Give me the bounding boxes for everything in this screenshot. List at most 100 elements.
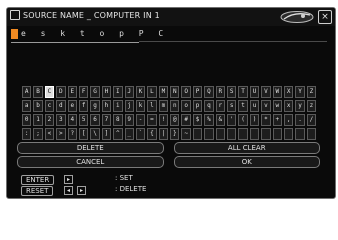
key-button[interactable]: ( bbox=[238, 114, 248, 126]
key-button[interactable]: f bbox=[78, 100, 89, 112]
key-button[interactable]: r bbox=[215, 100, 226, 112]
key-button[interactable]: n bbox=[170, 100, 180, 112]
key-button[interactable]: x bbox=[283, 100, 294, 112]
key-button[interactable]: = bbox=[147, 114, 157, 126]
key-button[interactable]: 7 bbox=[101, 114, 112, 126]
key-button[interactable]: s bbox=[227, 100, 237, 112]
ok-button[interactable]: OK bbox=[173, 156, 320, 168]
key-button[interactable]: M bbox=[158, 86, 169, 98]
key-button[interactable]: ! bbox=[158, 114, 169, 126]
key-button[interactable]: U bbox=[249, 86, 260, 98]
name-input-field[interactable]: e s k t o p P C bbox=[11, 29, 163, 43]
key-button[interactable]: R bbox=[215, 86, 226, 98]
key-button[interactable]: C bbox=[44, 86, 55, 98]
key-button[interactable]: z bbox=[306, 100, 317, 112]
key-button[interactable]: S bbox=[227, 86, 237, 98]
key-button[interactable]: . bbox=[295, 114, 305, 126]
key-button[interactable]: \ bbox=[90, 128, 100, 140]
key-button[interactable]: w bbox=[272, 100, 282, 112]
key-button[interactable] bbox=[261, 128, 271, 140]
key-button[interactable]: X bbox=[283, 86, 294, 98]
key-button[interactable]: 3 bbox=[56, 114, 66, 126]
key-button[interactable]: ` bbox=[135, 128, 146, 140]
key-button[interactable]: l bbox=[147, 100, 157, 112]
key-button[interactable]: t bbox=[238, 100, 248, 112]
key-button[interactable]: N bbox=[170, 86, 180, 98]
key-button[interactable]: 2 bbox=[44, 114, 55, 126]
key-button[interactable]: a bbox=[22, 100, 32, 112]
key-button[interactable]: j bbox=[124, 100, 134, 112]
key-button[interactable]: 6 bbox=[90, 114, 100, 126]
key-button[interactable]: 0 bbox=[22, 114, 32, 126]
key-button[interactable]: G bbox=[90, 86, 100, 98]
key-button[interactable]: , bbox=[283, 114, 294, 126]
key-button[interactable]: ' bbox=[227, 114, 237, 126]
key-button[interactable]: V bbox=[261, 86, 271, 98]
key-button[interactable] bbox=[306, 128, 317, 140]
key-button[interactable]: ^ bbox=[113, 128, 123, 140]
key-button[interactable]: ] bbox=[101, 128, 112, 140]
key-button[interactable]: L bbox=[147, 86, 157, 98]
key-button[interactable] bbox=[249, 128, 260, 140]
key-button[interactable]: Q bbox=[204, 86, 214, 98]
key-button[interactable]: & bbox=[215, 114, 226, 126]
key-button[interactable]: : bbox=[22, 128, 32, 140]
key-button[interactable]: v bbox=[261, 100, 271, 112]
key-button[interactable]: # bbox=[181, 114, 191, 126]
key-button[interactable] bbox=[272, 128, 282, 140]
key-button[interactable]: h bbox=[101, 100, 112, 112]
key-button[interactable] bbox=[238, 128, 248, 140]
key-button[interactable]: < bbox=[44, 128, 55, 140]
key-button[interactable]: 9 bbox=[124, 114, 134, 126]
key-button[interactable]: > bbox=[56, 128, 66, 140]
cancel-button[interactable]: CANCEL bbox=[17, 156, 164, 168]
key-button[interactable]: A bbox=[22, 86, 32, 98]
key-button[interactable]: K bbox=[135, 86, 146, 98]
key-button[interactable]: b bbox=[33, 100, 43, 112]
delete-button[interactable]: DELETE bbox=[17, 142, 164, 154]
key-button[interactable]: Y bbox=[295, 86, 305, 98]
key-button[interactable]: ) bbox=[249, 114, 260, 126]
key-button[interactable]: 5 bbox=[78, 114, 89, 126]
key-button[interactable]: H bbox=[101, 86, 112, 98]
key-button[interactable]: + bbox=[272, 114, 282, 126]
key-button[interactable]: % bbox=[204, 114, 214, 126]
key-button[interactable]: | bbox=[158, 128, 169, 140]
key-button[interactable] bbox=[192, 128, 203, 140]
key-button[interactable]: } bbox=[170, 128, 180, 140]
key-button[interactable]: q bbox=[204, 100, 214, 112]
key-button[interactable]: $ bbox=[192, 114, 203, 126]
key-button[interactable]: T bbox=[238, 86, 248, 98]
key-button[interactable]: F bbox=[78, 86, 89, 98]
key-button[interactable]: / bbox=[306, 114, 317, 126]
key-button[interactable] bbox=[295, 128, 305, 140]
key-button[interactable]: I bbox=[113, 86, 123, 98]
key-button[interactable]: y bbox=[295, 100, 305, 112]
key-button[interactable]: Z bbox=[306, 86, 317, 98]
key-button[interactable]: * bbox=[261, 114, 271, 126]
all-clear-button[interactable]: ALL CLEAR bbox=[173, 142, 320, 154]
key-button[interactable]: ; bbox=[33, 128, 43, 140]
key-button[interactable]: 1 bbox=[33, 114, 43, 126]
key-button[interactable]: k bbox=[135, 100, 146, 112]
key-button[interactable]: 8 bbox=[113, 114, 123, 126]
key-button[interactable]: B bbox=[33, 86, 43, 98]
key-button[interactable]: J bbox=[124, 86, 134, 98]
key-button[interactable]: @ bbox=[170, 114, 180, 126]
key-button[interactable]: ? bbox=[67, 128, 77, 140]
key-button[interactable] bbox=[227, 128, 237, 140]
key-button[interactable]: - bbox=[135, 114, 146, 126]
key-button[interactable]: p bbox=[192, 100, 203, 112]
key-button[interactable]: g bbox=[90, 100, 100, 112]
key-button[interactable]: { bbox=[147, 128, 157, 140]
key-button[interactable] bbox=[283, 128, 294, 140]
key-button[interactable]: i bbox=[113, 100, 123, 112]
key-button[interactable] bbox=[215, 128, 226, 140]
key-button[interactable]: P bbox=[192, 86, 203, 98]
key-button[interactable]: e bbox=[67, 100, 77, 112]
key-button[interactable]: m bbox=[158, 100, 169, 112]
key-button[interactable]: [ bbox=[78, 128, 89, 140]
key-button[interactable]: ~ bbox=[181, 128, 191, 140]
key-button[interactable]: d bbox=[56, 100, 66, 112]
close-icon[interactable]: × bbox=[318, 10, 332, 24]
